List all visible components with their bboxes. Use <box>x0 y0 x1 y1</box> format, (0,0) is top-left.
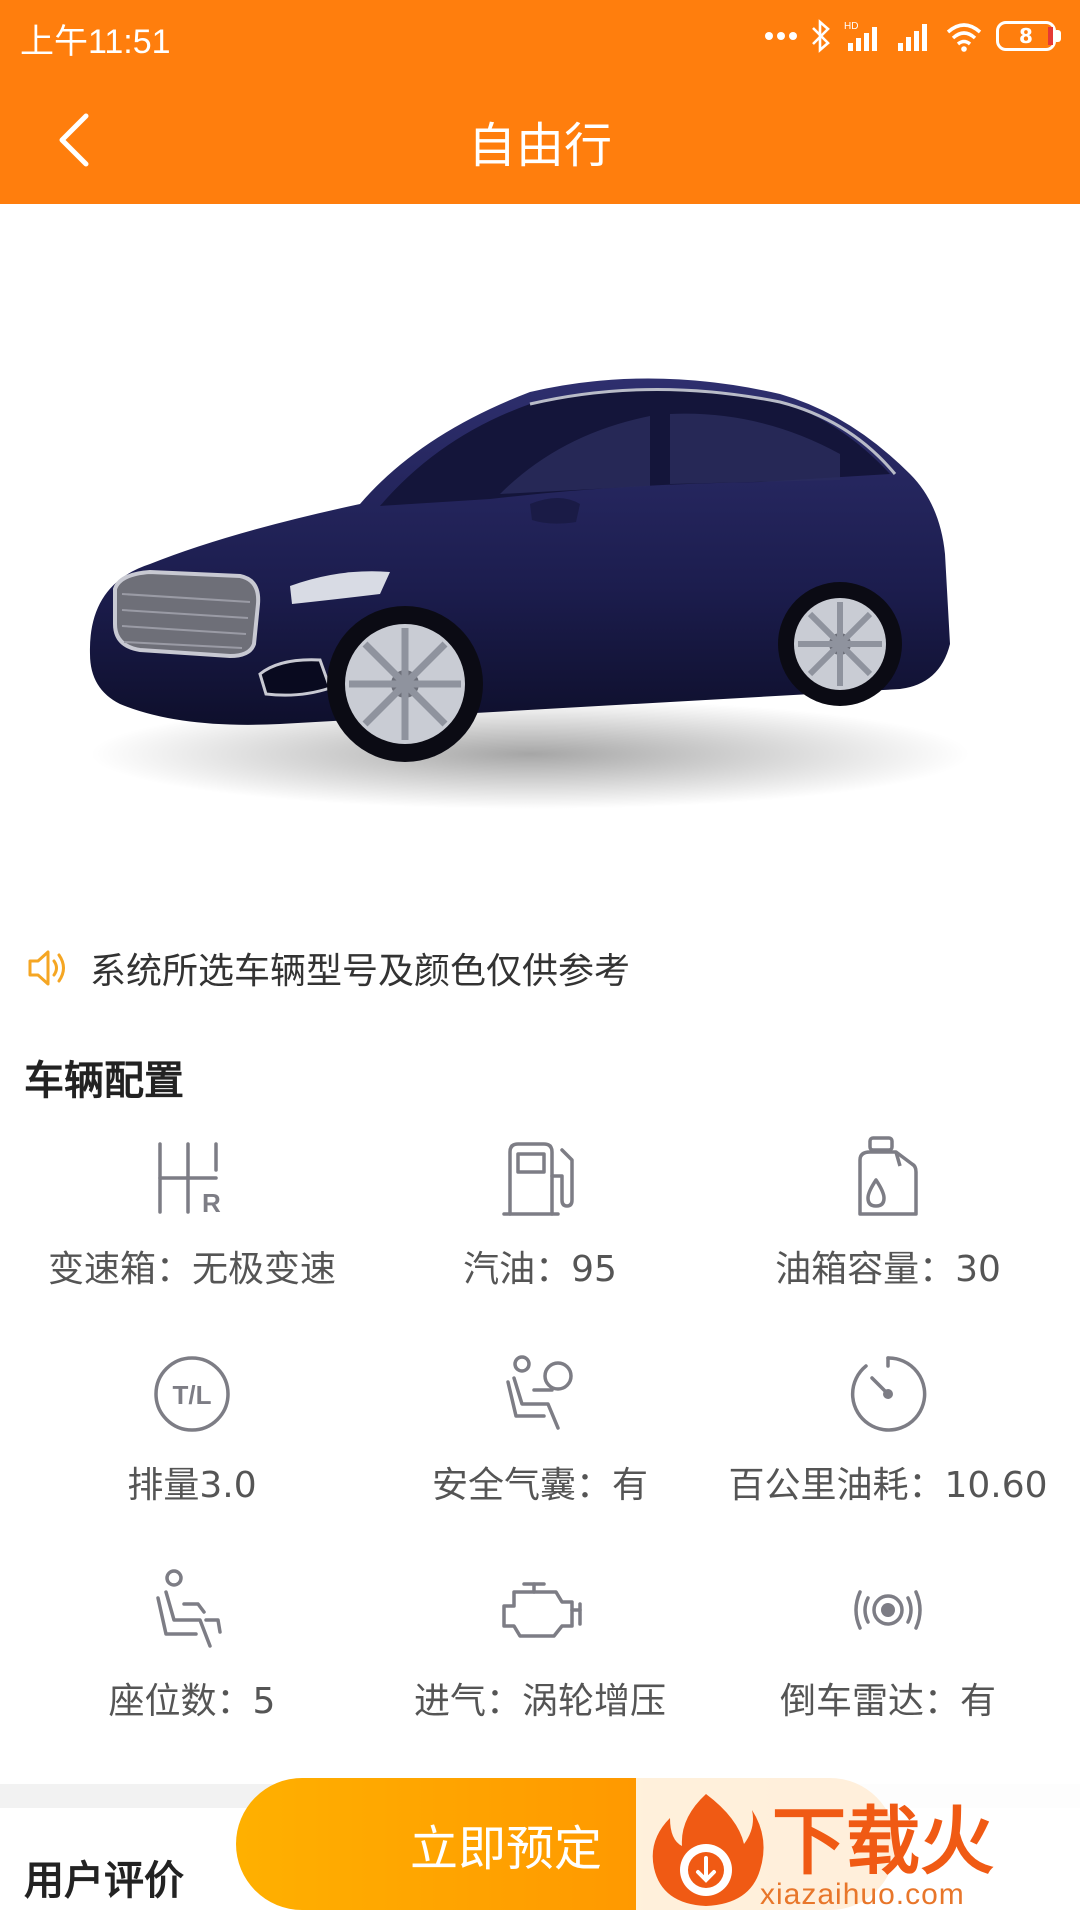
title-bar: 自由行 <box>0 72 1080 204</box>
config-label: 百公里油耗：10.60 <box>728 1465 1048 1506</box>
watermark-url: xiazaihuo.com <box>760 1878 965 1911</box>
wifi-icon <box>946 23 982 52</box>
battery-level: 8 <box>1019 24 1033 48</box>
bluetooth-icon <box>812 19 830 53</box>
oil-can-icon <box>858 1136 918 1216</box>
config-label: 进气：涡轮增压 <box>413 1681 666 1722</box>
seat-icon <box>156 1569 222 1648</box>
config-label: 变速箱：无极变速 <box>47 1249 336 1290</box>
config-label: 安全气囊：有 <box>431 1465 648 1506</box>
config-label: 汽油：95 <box>463 1249 617 1290</box>
more-dots-icon <box>765 32 797 40</box>
watermark-brand: 下载火 <box>772 1799 994 1885</box>
watermark: 下载火 xiazaihuo.com <box>636 1776 1080 1920</box>
gearbox-icon: R <box>158 1142 221 1218</box>
status-bar: 上午11:51 HD 8 <box>0 0 1080 72</box>
page-title: 自由行 <box>467 118 612 174</box>
status-icons: HD 8 <box>764 14 1062 58</box>
status-time: 上午11:51 <box>20 23 171 61</box>
config-label: 倒车雷达：有 <box>779 1681 996 1722</box>
gauge-icon <box>850 1356 927 1432</box>
config-item-seats: 座位数：5 <box>12 1562 372 1762</box>
fuel-pump-icon <box>502 1142 574 1216</box>
airbag-icon <box>506 1355 573 1430</box>
section-title-config: 车辆配置 <box>24 1058 184 1104</box>
config-label: 排量3.0 <box>127 1465 257 1506</box>
battery-icon: 8 <box>996 21 1062 51</box>
config-item-fuel: 汽油：95 <box>360 1130 720 1330</box>
hd-signal-icon: HD <box>844 21 877 51</box>
radar-icon <box>854 1590 922 1630</box>
signal-icon <box>898 24 927 51</box>
section-title-reviews: 用户评价 <box>24 1858 184 1904</box>
svg-text:T/L: T/L <box>173 1380 212 1410</box>
config-item-intake: 进气：涡轮增压 <box>360 1562 720 1762</box>
config-item-radar: 倒车雷达：有 <box>708 1562 1068 1762</box>
notice-text: 系统所选车辆型号及颜色仅供参考 <box>90 951 631 992</box>
config-item-consumption: 百公里油耗：10.60 <box>708 1346 1068 1546</box>
car-image <box>0 204 1080 904</box>
config-item-airbag: 安全气囊：有 <box>360 1346 720 1546</box>
config-label: 座位数：5 <box>108 1681 276 1722</box>
watermark-logo-icon <box>652 1794 764 1906</box>
config-label: 油箱容量：30 <box>775 1249 1001 1290</box>
config-item-displacement: T/L 排量3.0 <box>12 1346 372 1546</box>
car-illustration <box>89 378 970 809</box>
svg-text:HD: HD <box>844 21 858 32</box>
svg-text:R: R <box>202 1188 221 1218</box>
config-item-tank: 油箱容量：30 <box>708 1130 1068 1330</box>
config-item-gearbox: R 变速箱：无极变速 <box>12 1130 372 1330</box>
speaker-icon <box>28 950 65 986</box>
engine-icon <box>502 1582 582 1638</box>
notice-banner: 系统所选车辆型号及颜色仅供参考 <box>24 938 630 998</box>
tl-displacement-icon: T/L <box>154 1356 230 1432</box>
